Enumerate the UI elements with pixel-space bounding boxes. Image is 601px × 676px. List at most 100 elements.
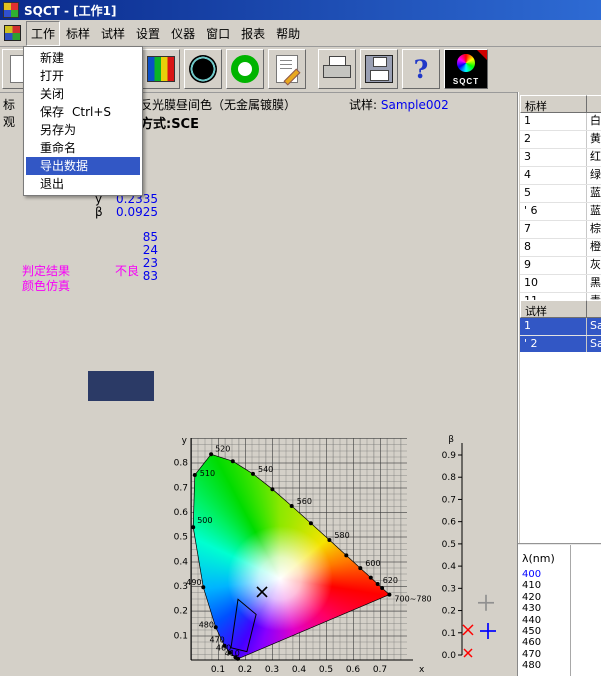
color-data-button[interactable]	[142, 49, 180, 89]
menu-item-0[interactable]: 工作	[26, 21, 60, 46]
svg-text:620: 620	[383, 576, 398, 585]
svg-text:0.7: 0.7	[174, 483, 188, 493]
svg-text:470: 470	[210, 636, 225, 645]
row-number: 5	[520, 185, 587, 202]
wavelength-panel: λ(nm) 400410420430440450460470480	[518, 543, 601, 676]
table-row[interactable]: 2黄	[520, 131, 601, 149]
sci-mode-button[interactable]	[184, 49, 222, 89]
mdi-document-icon[interactable]	[4, 25, 21, 41]
sqct-logo-button[interactable]: SQCT	[444, 49, 488, 89]
row-number: 4	[520, 167, 587, 184]
green-ring-icon	[231, 55, 259, 83]
chart-svg: 0.10.20.30.40.50.60.7x0.10.20.30.40.50.6…	[150, 430, 520, 676]
menu-item-2[interactable]: 试样	[96, 21, 130, 46]
file-menu-dropdown: 新建打开关闭保存Ctrl+S另存为重命名导出数据退出	[23, 46, 143, 196]
wavelength-row[interactable]: 470	[518, 649, 570, 660]
svg-text:0.2: 0.2	[442, 607, 456, 617]
sample-table: 试样 1Sample001' 2Sample002	[520, 300, 601, 354]
wavelength-row[interactable]: 400	[518, 569, 570, 580]
dropdown-item-4[interactable]: 另存为	[26, 121, 140, 139]
color-values: 85242383	[58, 231, 158, 283]
color-simulation-swatch	[88, 371, 154, 401]
table-row[interactable]: 3红	[520, 149, 601, 167]
menu-item-1[interactable]: 标样	[61, 21, 95, 46]
sample-value: Sample002	[381, 98, 449, 112]
table-row[interactable]: 10黑	[520, 275, 601, 293]
dropdown-item-1[interactable]: 打开	[26, 67, 140, 85]
dark-circle-icon	[189, 55, 217, 83]
svg-text:0.8: 0.8	[174, 459, 189, 469]
standard-label-prefix: 标	[3, 96, 15, 113]
table-row[interactable]: 8橙	[520, 239, 601, 257]
row-name: 橙	[587, 239, 601, 256]
svg-text:0.5: 0.5	[319, 665, 333, 675]
sample-table-header: 试样	[520, 300, 601, 318]
dropdown-item-5[interactable]: 重命名	[26, 139, 140, 157]
table-row[interactable]: 1白	[520, 113, 601, 131]
sample-label: 试样:	[349, 98, 377, 112]
menu-bar: 工作标样试样设置仪器窗口报表帮助	[0, 20, 601, 47]
table-row[interactable]: 4绿	[520, 167, 601, 185]
table-row[interactable]: 7棕	[520, 221, 601, 239]
sample-table-body: 1Sample001' 2Sample002	[520, 318, 601, 354]
standard-name: 反光膜昼间色（无金属镀膜）	[140, 96, 296, 113]
color-sim-label: 颜色仿真	[22, 277, 70, 294]
wavelength-row[interactable]: 440	[518, 615, 570, 626]
dropdown-item-2[interactable]: 关闭	[26, 85, 140, 103]
sce-mode-button[interactable]	[226, 49, 264, 89]
logo-text: SQCT	[445, 77, 487, 86]
dropdown-item-3[interactable]: 保存Ctrl+S	[26, 103, 140, 121]
color-value: 83	[58, 270, 158, 283]
table-row[interactable]: 5蓝	[520, 185, 601, 203]
svg-text:0.7: 0.7	[373, 665, 387, 675]
window-title: SQCT - [工作1]	[24, 2, 117, 19]
svg-text:0.6: 0.6	[174, 508, 189, 518]
help-button[interactable]: ?	[402, 49, 440, 89]
svg-text:480: 480	[199, 620, 214, 629]
menu-item-3[interactable]: 设置	[131, 21, 165, 46]
row-number: 1	[520, 318, 587, 335]
menu-item-4[interactable]: 仪器	[166, 21, 200, 46]
menu-item-7[interactable]: 帮助	[271, 21, 305, 46]
svg-text:600: 600	[365, 559, 380, 568]
wavelength-row[interactable]: 430	[518, 603, 570, 614]
menu-item-6[interactable]: 报表	[236, 21, 270, 46]
print-button[interactable]	[318, 49, 356, 89]
save-export-button[interactable]	[360, 49, 398, 89]
wavelength-row[interactable]: 420	[518, 592, 570, 603]
dropdown-item-0[interactable]: 新建	[26, 49, 140, 67]
judge-result-value: 不良	[115, 262, 139, 279]
standard-table: 标样 1白2黄3红4绿5蓝' 6蓝7棕8橙9灰10黑11青	[520, 95, 601, 311]
beta-value: 0.0925	[58, 205, 158, 219]
wavelength-row[interactable]: 480	[518, 660, 570, 671]
row-number: ' 6	[520, 203, 587, 220]
row-number: 8	[520, 239, 587, 256]
dropdown-item-7[interactable]: 退出	[26, 175, 140, 193]
dropdown-item-6[interactable]: 导出数据	[26, 157, 140, 175]
svg-text:y: y	[182, 436, 188, 446]
standard-table-header: 标样	[520, 95, 601, 113]
svg-text:0.3: 0.3	[265, 665, 279, 675]
table-row[interactable]: 1Sample001	[520, 318, 601, 336]
standard-table-header-label: 标样	[520, 95, 587, 113]
chromaticity-chart: 0.10.20.30.40.50.60.7x0.10.20.30.40.50.6…	[150, 430, 520, 676]
observer-label-prefix: 观	[3, 113, 15, 130]
table-row[interactable]: ' 6蓝	[520, 203, 601, 221]
svg-text:0.6: 0.6	[442, 518, 457, 528]
wavelength-row[interactable]: 450	[518, 626, 570, 637]
report-edit-button[interactable]	[268, 49, 306, 89]
disk-icon	[365, 55, 393, 83]
svg-text:0.1: 0.1	[442, 629, 456, 639]
logo-color-wheel-icon	[457, 54, 475, 72]
row-name: 蓝	[587, 203, 601, 220]
wavelength-row[interactable]: 460	[518, 637, 570, 648]
table-row[interactable]: 9灰	[520, 257, 601, 275]
svg-text:520: 520	[215, 444, 230, 453]
wavelength-row[interactable]: 410	[518, 580, 570, 591]
menu-item-5[interactable]: 窗口	[201, 21, 235, 46]
svg-text:0.2: 0.2	[174, 607, 188, 617]
title-bar[interactable]: SQCT - [工作1]	[0, 0, 601, 20]
row-number: 7	[520, 221, 587, 238]
row-number: 9	[520, 257, 587, 274]
svg-text:540: 540	[258, 465, 273, 474]
